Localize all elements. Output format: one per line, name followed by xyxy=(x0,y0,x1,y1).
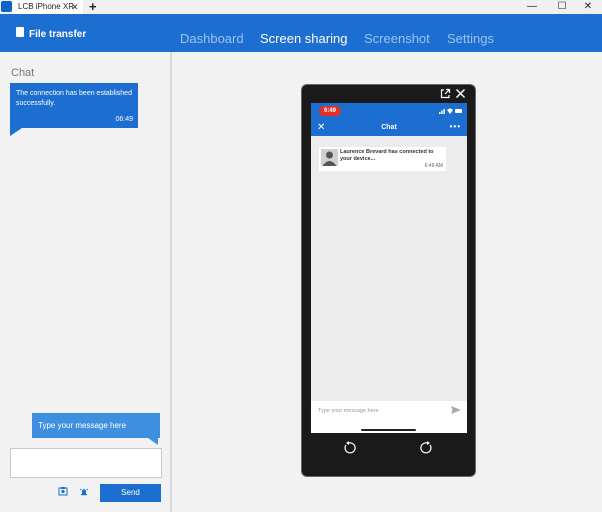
more-options-icon[interactable]: ••• xyxy=(450,119,461,135)
chat-message-text: The connection has been established succ… xyxy=(16,90,132,107)
rotate-left-icon[interactable] xyxy=(342,441,356,455)
chat-message-time: 06:49 xyxy=(115,116,133,123)
window-close-button[interactable]: ✕ xyxy=(576,0,600,14)
device-status-bar: 6:49 xyxy=(311,103,467,120)
chat-message: The connection has been established succ… xyxy=(10,83,138,128)
screen-sharing-area: 6:49 ✕ Chat ••• Laurence Brevard has con… xyxy=(174,52,602,512)
tab-close-icon[interactable]: ✕ xyxy=(71,0,79,14)
device-chat-title: Chat xyxy=(381,124,397,131)
close-icon[interactable] xyxy=(455,88,466,99)
avatar xyxy=(321,149,338,166)
device-compose-bar: Type your message here xyxy=(311,401,467,433)
file-transfer-button[interactable]: File transfer xyxy=(29,29,86,40)
home-indicator xyxy=(361,429,416,431)
message-tooltip: Type your message here xyxy=(32,413,160,438)
tooltip-tail xyxy=(148,438,158,445)
alert-icon[interactable] xyxy=(79,486,89,496)
send-button[interactable]: Send xyxy=(100,484,161,502)
device-chat-bar: ✕ Chat ••• xyxy=(311,120,467,136)
new-tab-button[interactable]: + xyxy=(89,0,97,14)
message-input[interactable] xyxy=(10,448,162,478)
file-transfer-icon[interactable] xyxy=(16,27,24,37)
screenshot-icon[interactable] xyxy=(58,486,68,496)
minimize-button[interactable]: — xyxy=(520,0,544,14)
session-tab-label: LCB iPhone XR xyxy=(18,2,75,11)
maximize-button[interactable]: ☐ xyxy=(550,0,574,14)
device-compose-input[interactable]: Type your message here xyxy=(318,408,379,414)
chat-sidebar: Chat The connection has been established… xyxy=(0,52,172,512)
chat-bubble-tail xyxy=(10,128,22,136)
connection-notification: Laurence Brevard has connected to your d… xyxy=(319,147,446,171)
status-icons xyxy=(439,108,462,114)
nav-screenshot[interactable]: Screenshot xyxy=(364,31,430,46)
send-arrow-icon[interactable] xyxy=(451,406,461,414)
device-time: 6:49 xyxy=(319,106,341,116)
nav-dashboard[interactable]: Dashboard xyxy=(180,31,244,46)
external-link-icon[interactable] xyxy=(440,88,451,99)
nav-settings[interactable]: Settings xyxy=(447,31,494,46)
notification-time: 6:49 AM xyxy=(424,163,443,169)
chat-heading: Chat xyxy=(11,67,35,79)
app-header: File transfer Dashboard Screen sharing S… xyxy=(0,14,602,52)
app-logo-icon xyxy=(1,1,12,12)
rotate-right-icon[interactable] xyxy=(420,441,434,455)
device-frame: 6:49 ✕ Chat ••• Laurence Brevard has con… xyxy=(301,84,476,477)
notification-text: Laurence Brevard has connected to your d… xyxy=(340,149,434,162)
device-screen[interactable]: 6:49 ✕ Chat ••• Laurence Brevard has con… xyxy=(311,103,467,433)
nav-screen-sharing[interactable]: Screen sharing xyxy=(260,31,347,46)
window-titlebar: LCB iPhone XR ✕ + — ☐ ✕ xyxy=(0,0,602,14)
